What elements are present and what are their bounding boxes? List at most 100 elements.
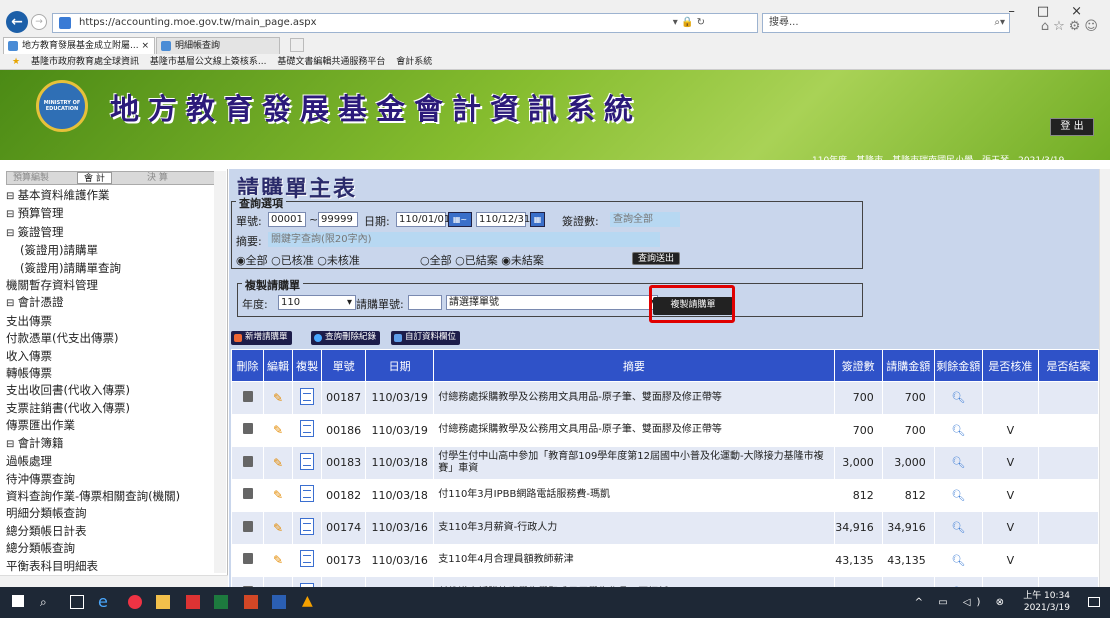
copy-cell[interactable]	[292, 543, 323, 577]
edit-cell[interactable]: ✎	[263, 413, 294, 447]
excel-icon[interactable]	[214, 595, 228, 609]
remaining-cell[interactable]: 🔍︎	[933, 381, 983, 415]
pencil-icon[interactable]: ✎	[273, 456, 283, 470]
copy-cell[interactable]	[292, 446, 323, 480]
sidebar-item[interactable]: 會計憑證	[6, 294, 220, 312]
number-to-input[interactable]: 99999	[318, 212, 358, 227]
edit-cell[interactable]: ✎	[263, 381, 294, 415]
sidebar-item[interactable]: 基本資料維護作業	[6, 187, 220, 205]
magnifier-icon[interactable]: 🔍︎	[951, 456, 965, 469]
custom-fields-button[interactable]: 自訂資料欄位	[391, 331, 461, 345]
favorite-link[interactable]: 基礎文書編輯共通服務平台	[277, 57, 385, 67]
delete-cell[interactable]	[230, 381, 265, 415]
edit-cell[interactable]: ✎	[263, 511, 294, 545]
favorite-link[interactable]: 基隆市基層公文線上簽核系...	[150, 57, 267, 67]
magnifier-icon[interactable]: 🔍︎	[951, 424, 965, 437]
remaining-cell[interactable]: 🔍︎	[933, 413, 983, 447]
search-input[interactable]: 搜尋... ⌕▾	[762, 13, 1010, 33]
magnifier-icon[interactable]: 🔍︎	[951, 391, 965, 404]
back-button[interactable]: ←	[6, 11, 28, 33]
document-icon[interactable]	[300, 420, 315, 438]
favorite-link[interactable]: 基隆市政府教育處全球資訊	[31, 57, 139, 67]
pencil-icon[interactable]: ✎	[273, 553, 283, 567]
lock-refresh-icon[interactable]: ▾ 🔒 ↻	[673, 14, 705, 32]
sidebar-item[interactable]: 總分類帳查詢	[6, 540, 220, 557]
copy-cell[interactable]	[292, 413, 323, 447]
document-icon[interactable]	[300, 452, 315, 470]
powerpoint-icon[interactable]	[244, 595, 258, 609]
sidebar-item[interactable]: 機關暫存資料管理	[6, 277, 220, 294]
edit-cell[interactable]: ✎	[263, 478, 294, 512]
star-icon[interactable]: ★	[12, 57, 20, 67]
sidebar-item[interactable]: 支出傳票	[6, 313, 220, 330]
sidebar-item[interactable]: 傳票匯出作業	[6, 417, 220, 434]
document-icon[interactable]	[300, 550, 315, 568]
magnifier-icon[interactable]: 🔍︎	[951, 554, 965, 567]
sidebar-item[interactable]: 平衡表科目明細表	[6, 558, 220, 575]
toolbar-icons[interactable]: ⌂☆⚙☺	[1041, 19, 1102, 34]
magnifier-icon[interactable]: 🔍︎	[951, 489, 965, 502]
sidebar-item[interactable]: 付款憑單(代支出傳票)	[6, 330, 220, 347]
file-explorer-icon[interactable]	[156, 595, 170, 609]
search-icon[interactable]: ⌕▾	[994, 14, 1005, 32]
notification-icon[interactable]	[1088, 597, 1100, 607]
request-select[interactable]: 請選擇單號 ▾	[446, 295, 658, 310]
trash-icon[interactable]	[242, 390, 253, 402]
copy-cell[interactable]	[292, 478, 323, 512]
closure-radio-group[interactable]: ○全部 ○已結案 ◉未結案	[420, 252, 544, 268]
windows-start-icon[interactable]	[12, 595, 24, 607]
sidebar-item[interactable]: 預算管理	[6, 205, 220, 223]
delete-cell[interactable]	[230, 478, 265, 512]
document-icon[interactable]	[300, 485, 315, 503]
sidebar-item[interactable]: 總分類帳日計表	[6, 523, 220, 540]
deleted-records-button[interactable]: 查詢刪除紀錄	[311, 331, 381, 345]
sidebar-item[interactable]: (簽證用)請購單查詢	[6, 260, 220, 277]
window-controls[interactable]: –□×	[1008, 4, 1104, 19]
table-row[interactable]: ✎ 00187 110/03/19 付總務處採購教學及公務用文具用品-原子筆、雙面膠及…	[230, 381, 1099, 415]
search-icon[interactable]: ⌕	[40, 595, 54, 609]
remaining-cell[interactable]: 🔍︎	[933, 576, 983, 587]
trash-icon[interactable]	[242, 455, 253, 467]
copy-cell[interactable]	[292, 381, 323, 415]
add-request-button[interactable]: 新增請購單	[231, 331, 292, 345]
table-row[interactable]: ✎00170110/03/11付教導處採購校慶學生學習成果展學生作品用瓦楞紙90…	[230, 576, 1099, 587]
sidebar-h-scrollbar[interactable]	[0, 575, 228, 587]
sidebar-item[interactable]: 明細分類帳查詢	[6, 505, 220, 522]
clock[interactable]: 上午 10:34 2021/3/19	[1023, 590, 1070, 614]
delete-cell[interactable]	[230, 413, 265, 447]
pencil-icon[interactable]: ✎	[273, 488, 283, 502]
edit-cell[interactable]: ✎	[263, 576, 294, 587]
trash-icon[interactable]	[242, 553, 253, 565]
number-from-input[interactable]: 00001	[268, 212, 306, 227]
copy-cell[interactable]	[292, 511, 323, 545]
trash-icon[interactable]	[242, 423, 253, 435]
main-scrollbar[interactable]	[1099, 169, 1110, 587]
word-icon[interactable]	[272, 595, 286, 609]
magnifier-icon[interactable]: 🔍︎	[951, 521, 965, 534]
sidebar-scrollbar[interactable]	[214, 171, 226, 573]
remaining-cell[interactable]: 🔍︎	[933, 446, 983, 480]
delete-cell[interactable]	[230, 446, 265, 480]
trash-icon[interactable]	[242, 488, 253, 500]
pencil-icon[interactable]: ✎	[273, 391, 283, 405]
date-to-input[interactable]: 110/12/31	[476, 212, 530, 227]
delete-cell[interactable]	[230, 543, 265, 577]
remaining-cell[interactable]: 🔍︎	[933, 478, 983, 512]
tab-budget[interactable]: 預算編製	[13, 172, 49, 184]
tab-foundation[interactable]: 地方教育發展基金成立附屬... ×	[3, 37, 155, 54]
sidebar-item[interactable]: 過帳處理	[6, 453, 220, 470]
document-icon[interactable]	[300, 387, 315, 405]
sidebar-item[interactable]: 待沖傳票查詢	[6, 471, 220, 488]
table-row[interactable]: ✎ 00183 110/03/18 付學生付中山高中參加「教育部109學年度第12屆國…	[230, 446, 1099, 480]
table-row[interactable]: ✎ 00173 110/03/16 支110年4月合理員額教師薪津 43,135 43,1…	[230, 543, 1099, 577]
table-row[interactable]: ✎ 00174 110/03/16 支110年3月薪資-行政人力 34,916 34,91…	[230, 511, 1099, 545]
sidebar-item[interactable]: 支票註銷書(代收入傳票)	[6, 400, 220, 417]
tab-ledger-query[interactable]: 明細帳查詢	[156, 37, 280, 54]
query-submit-button[interactable]: 查詢送出	[632, 252, 680, 265]
address-bar[interactable]: https://accounting.moe.gov.tw/main_page.…	[52, 13, 758, 33]
acrobat-icon[interactable]	[186, 595, 200, 609]
task-view-icon[interactable]	[70, 595, 84, 609]
edit-cell[interactable]: ✎	[263, 446, 294, 480]
sidebar-item[interactable]: 資料查詢作業-傳票相關查詢(機關)	[6, 488, 220, 505]
request-number-input[interactable]	[408, 295, 442, 310]
